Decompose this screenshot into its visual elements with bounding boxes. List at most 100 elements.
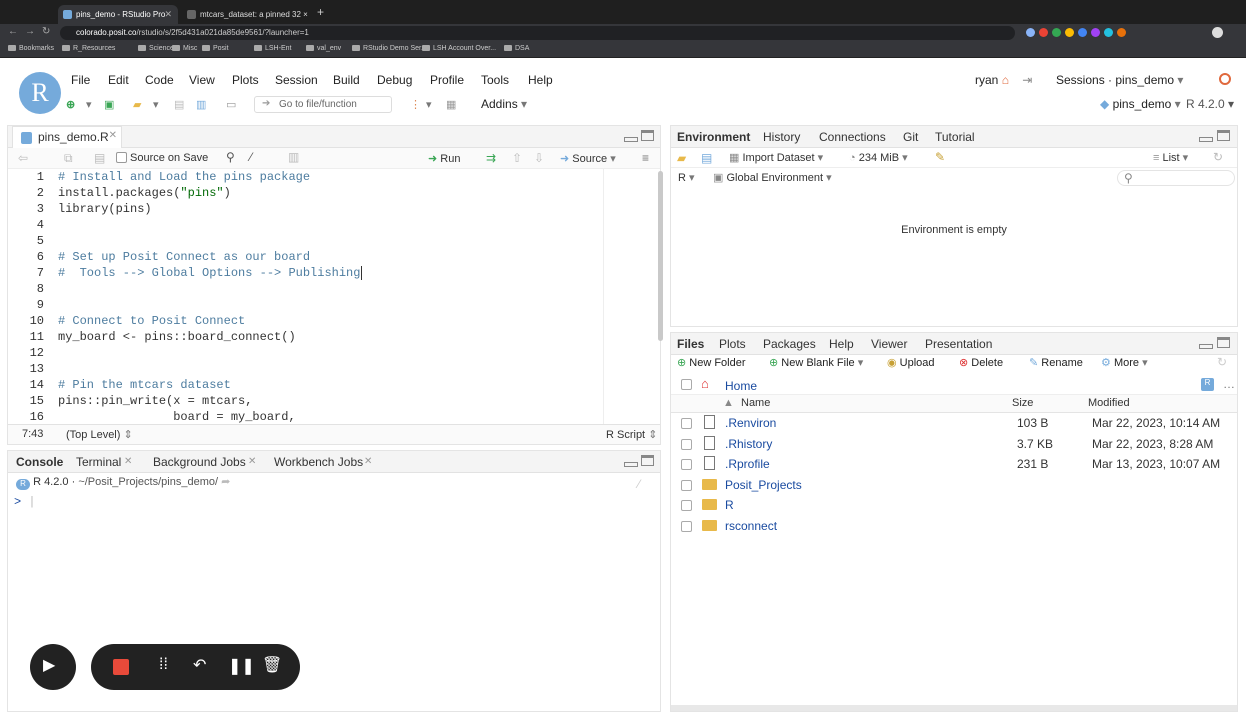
browser-tab-mtcars[interactable]: mtcars_dataset: a pinned 32 × xyxy=(182,5,312,24)
source-button[interactable]: ➜ Source ▾ xyxy=(560,152,616,165)
refresh-icon[interactable]: ↻ xyxy=(1213,150,1223,164)
pane-layout-icon[interactable]: ▦ xyxy=(446,98,456,111)
extension-icon[interactable] xyxy=(1091,28,1100,37)
tab-files-1[interactable]: Plots xyxy=(719,337,746,351)
column-size[interactable]: Size xyxy=(1012,397,1033,409)
delete-button[interactable]: ⊗ Delete xyxy=(959,356,1003,369)
bookmark-item[interactable]: Bookmarks xyxy=(8,45,54,52)
r-version-menu[interactable]: R 4.2.0 ▾ xyxy=(1186,97,1234,111)
code-line[interactable]: pins::pin_write(x = mtcars, xyxy=(58,394,252,408)
bookmark-item[interactable]: Science xyxy=(138,45,174,52)
chevron-down-icon[interactable]: ▾ xyxy=(426,98,432,111)
table-row[interactable]: Posit_Projects xyxy=(671,475,1237,495)
table-row[interactable]: .Rhistory 3.7 KB Mar 22, 2023, 8:28 AM xyxy=(671,434,1237,454)
profile-avatar[interactable] xyxy=(1212,27,1223,38)
minimize-icon[interactable] xyxy=(1199,339,1213,349)
row-checkbox[interactable] xyxy=(681,438,692,450)
new-file-icon[interactable]: ⊕ xyxy=(66,98,75,111)
sessions-menu[interactable]: Sessions · pins_demo ▾ xyxy=(1056,73,1183,87)
new-blank-file-button[interactable]: ⊕ New Blank File ▾ xyxy=(769,356,863,369)
tab-env-0[interactable]: Environment xyxy=(677,130,750,144)
clear-console-icon[interactable]: ⁄ xyxy=(638,477,640,491)
memory-usage[interactable]: ◔ 234 MiB ▾ xyxy=(849,151,908,164)
import-dataset-button[interactable]: ▦ Import Dataset ▾ xyxy=(729,151,823,164)
project-menu[interactable]: ◆ pins_demo ▾ xyxy=(1100,97,1181,111)
close-icon[interactable]: ✕ xyxy=(364,456,372,467)
maximize-icon[interactable] xyxy=(641,130,654,141)
show-in-window-icon[interactable]: ⧉ xyxy=(64,151,73,166)
tab-console-0[interactable]: Console xyxy=(16,455,63,469)
row-checkbox[interactable] xyxy=(681,459,692,470)
bookmark-item[interactable]: Misc xyxy=(172,45,197,52)
open-folder-icon[interactable]: ▰ xyxy=(133,98,141,111)
browser-tab-rstudio[interactable]: pins_demo - RStudio Pro ✕ xyxy=(58,5,178,24)
goto-file-input[interactable]: ➔ Go to file/function xyxy=(254,96,392,113)
tab-env-4[interactable]: Tutorial xyxy=(935,130,975,144)
rename-button[interactable]: ✎ Rename xyxy=(1029,356,1083,369)
column-modified[interactable]: Modified xyxy=(1088,397,1130,409)
upload-button[interactable]: ◉ Upload xyxy=(887,356,935,369)
save-icon[interactable]: ▤ xyxy=(174,98,184,111)
home-icon[interactable]: ⌂ xyxy=(1002,73,1009,87)
camera-button[interactable]: ▶ xyxy=(30,644,76,690)
forward-icon[interactable]: → xyxy=(25,26,35,37)
broom-icon[interactable]: ✎ xyxy=(935,150,945,164)
up-icon[interactable]: ⇧ xyxy=(512,151,522,165)
tab-env-1[interactable]: History xyxy=(763,130,800,144)
file-name[interactable]: .Rhistory xyxy=(725,437,772,451)
menu-debug[interactable]: Debug xyxy=(377,73,412,87)
maximize-icon[interactable] xyxy=(1217,337,1230,348)
code-line[interactable]: my_board <- pins::board_connect() xyxy=(58,330,296,344)
search-icon[interactable]: ⚲ xyxy=(226,150,235,164)
file-name[interactable]: .Renviron xyxy=(725,416,776,430)
menu-edit[interactable]: Edit xyxy=(108,73,129,87)
extension-icon[interactable] xyxy=(1117,28,1126,37)
new-folder-button[interactable]: ⊕ New Folder xyxy=(677,356,746,369)
search-input[interactable]: ⚲ xyxy=(1117,170,1235,186)
menu-help[interactable]: Help xyxy=(528,73,553,87)
tab-files-4[interactable]: Viewer xyxy=(871,337,907,351)
view-mode-menu[interactable]: ≡ List ▾ xyxy=(1153,151,1188,164)
extension-icon[interactable] xyxy=(1065,28,1074,37)
breadcrumb-home[interactable]: Home xyxy=(725,379,757,393)
project-shortcut-icon[interactable]: R xyxy=(1201,378,1214,391)
code-line[interactable]: # Tools --> Global Options --> Publishin… xyxy=(58,266,363,280)
down-icon[interactable]: ⇩ xyxy=(534,151,544,165)
bookmark-item[interactable]: LSH-Ent xyxy=(254,45,291,52)
code-line[interactable]: # Set up Posit Connect as our board xyxy=(58,250,310,264)
bookmark-item[interactable]: R_Resources xyxy=(62,45,115,52)
close-icon[interactable]: ✕ xyxy=(124,456,132,467)
code-line[interactable]: install.packages("pins") xyxy=(58,186,231,200)
magic-wand-icon[interactable]: ⁄ xyxy=(250,150,252,164)
power-icon[interactable] xyxy=(1219,73,1231,85)
row-checkbox[interactable] xyxy=(681,500,692,511)
stop-button[interactable] xyxy=(113,659,129,675)
close-icon[interactable]: ✕ xyxy=(164,9,172,20)
new-tab-button[interactable]: + xyxy=(317,5,324,19)
menu-plots[interactable]: Plots xyxy=(232,73,259,87)
addins-menu[interactable]: Addins ▾ xyxy=(481,97,527,111)
back-icon[interactable]: ← xyxy=(8,26,18,37)
tab-console-3[interactable]: Workbench Jobs xyxy=(274,455,363,469)
rerun-icon[interactable]: ⇉ xyxy=(486,151,496,165)
run-button[interactable]: ➜ Run xyxy=(428,152,460,165)
extension-icon[interactable] xyxy=(1104,28,1113,37)
save-all-icon[interactable]: ▥ xyxy=(196,98,206,111)
table-row[interactable]: .Renviron 103 B Mar 22, 2023, 10:14 AM xyxy=(671,413,1237,433)
file-type-menu[interactable]: R Script ⇕ xyxy=(606,428,657,441)
bookmark-item[interactable]: LSH Account Over... xyxy=(422,45,496,52)
load-workspace-icon[interactable]: ▰ xyxy=(677,151,686,165)
menu-profile[interactable]: Profile xyxy=(430,73,464,87)
compile-report-icon[interactable]: ▥ xyxy=(288,150,299,164)
row-checkbox[interactable] xyxy=(681,418,692,429)
bookmark-item[interactable]: DSA xyxy=(504,45,529,52)
menu-file[interactable]: File xyxy=(71,73,90,87)
code-line[interactable]: board = my_board, xyxy=(58,410,295,424)
code-editor[interactable]: 1 # Install and Load the pins package 2 ins… xyxy=(8,169,608,424)
bookmark-item[interactable]: RStudio Demo Ser... xyxy=(352,45,427,52)
code-line[interactable]: # Connect to Posit Connect xyxy=(58,314,245,328)
extension-icon[interactable] xyxy=(1078,28,1087,37)
more-button[interactable]: ⚙ More ▾ xyxy=(1101,356,1148,369)
tab-files-5[interactable]: Presentation xyxy=(925,337,992,351)
extension-icon[interactable] xyxy=(1039,28,1048,37)
